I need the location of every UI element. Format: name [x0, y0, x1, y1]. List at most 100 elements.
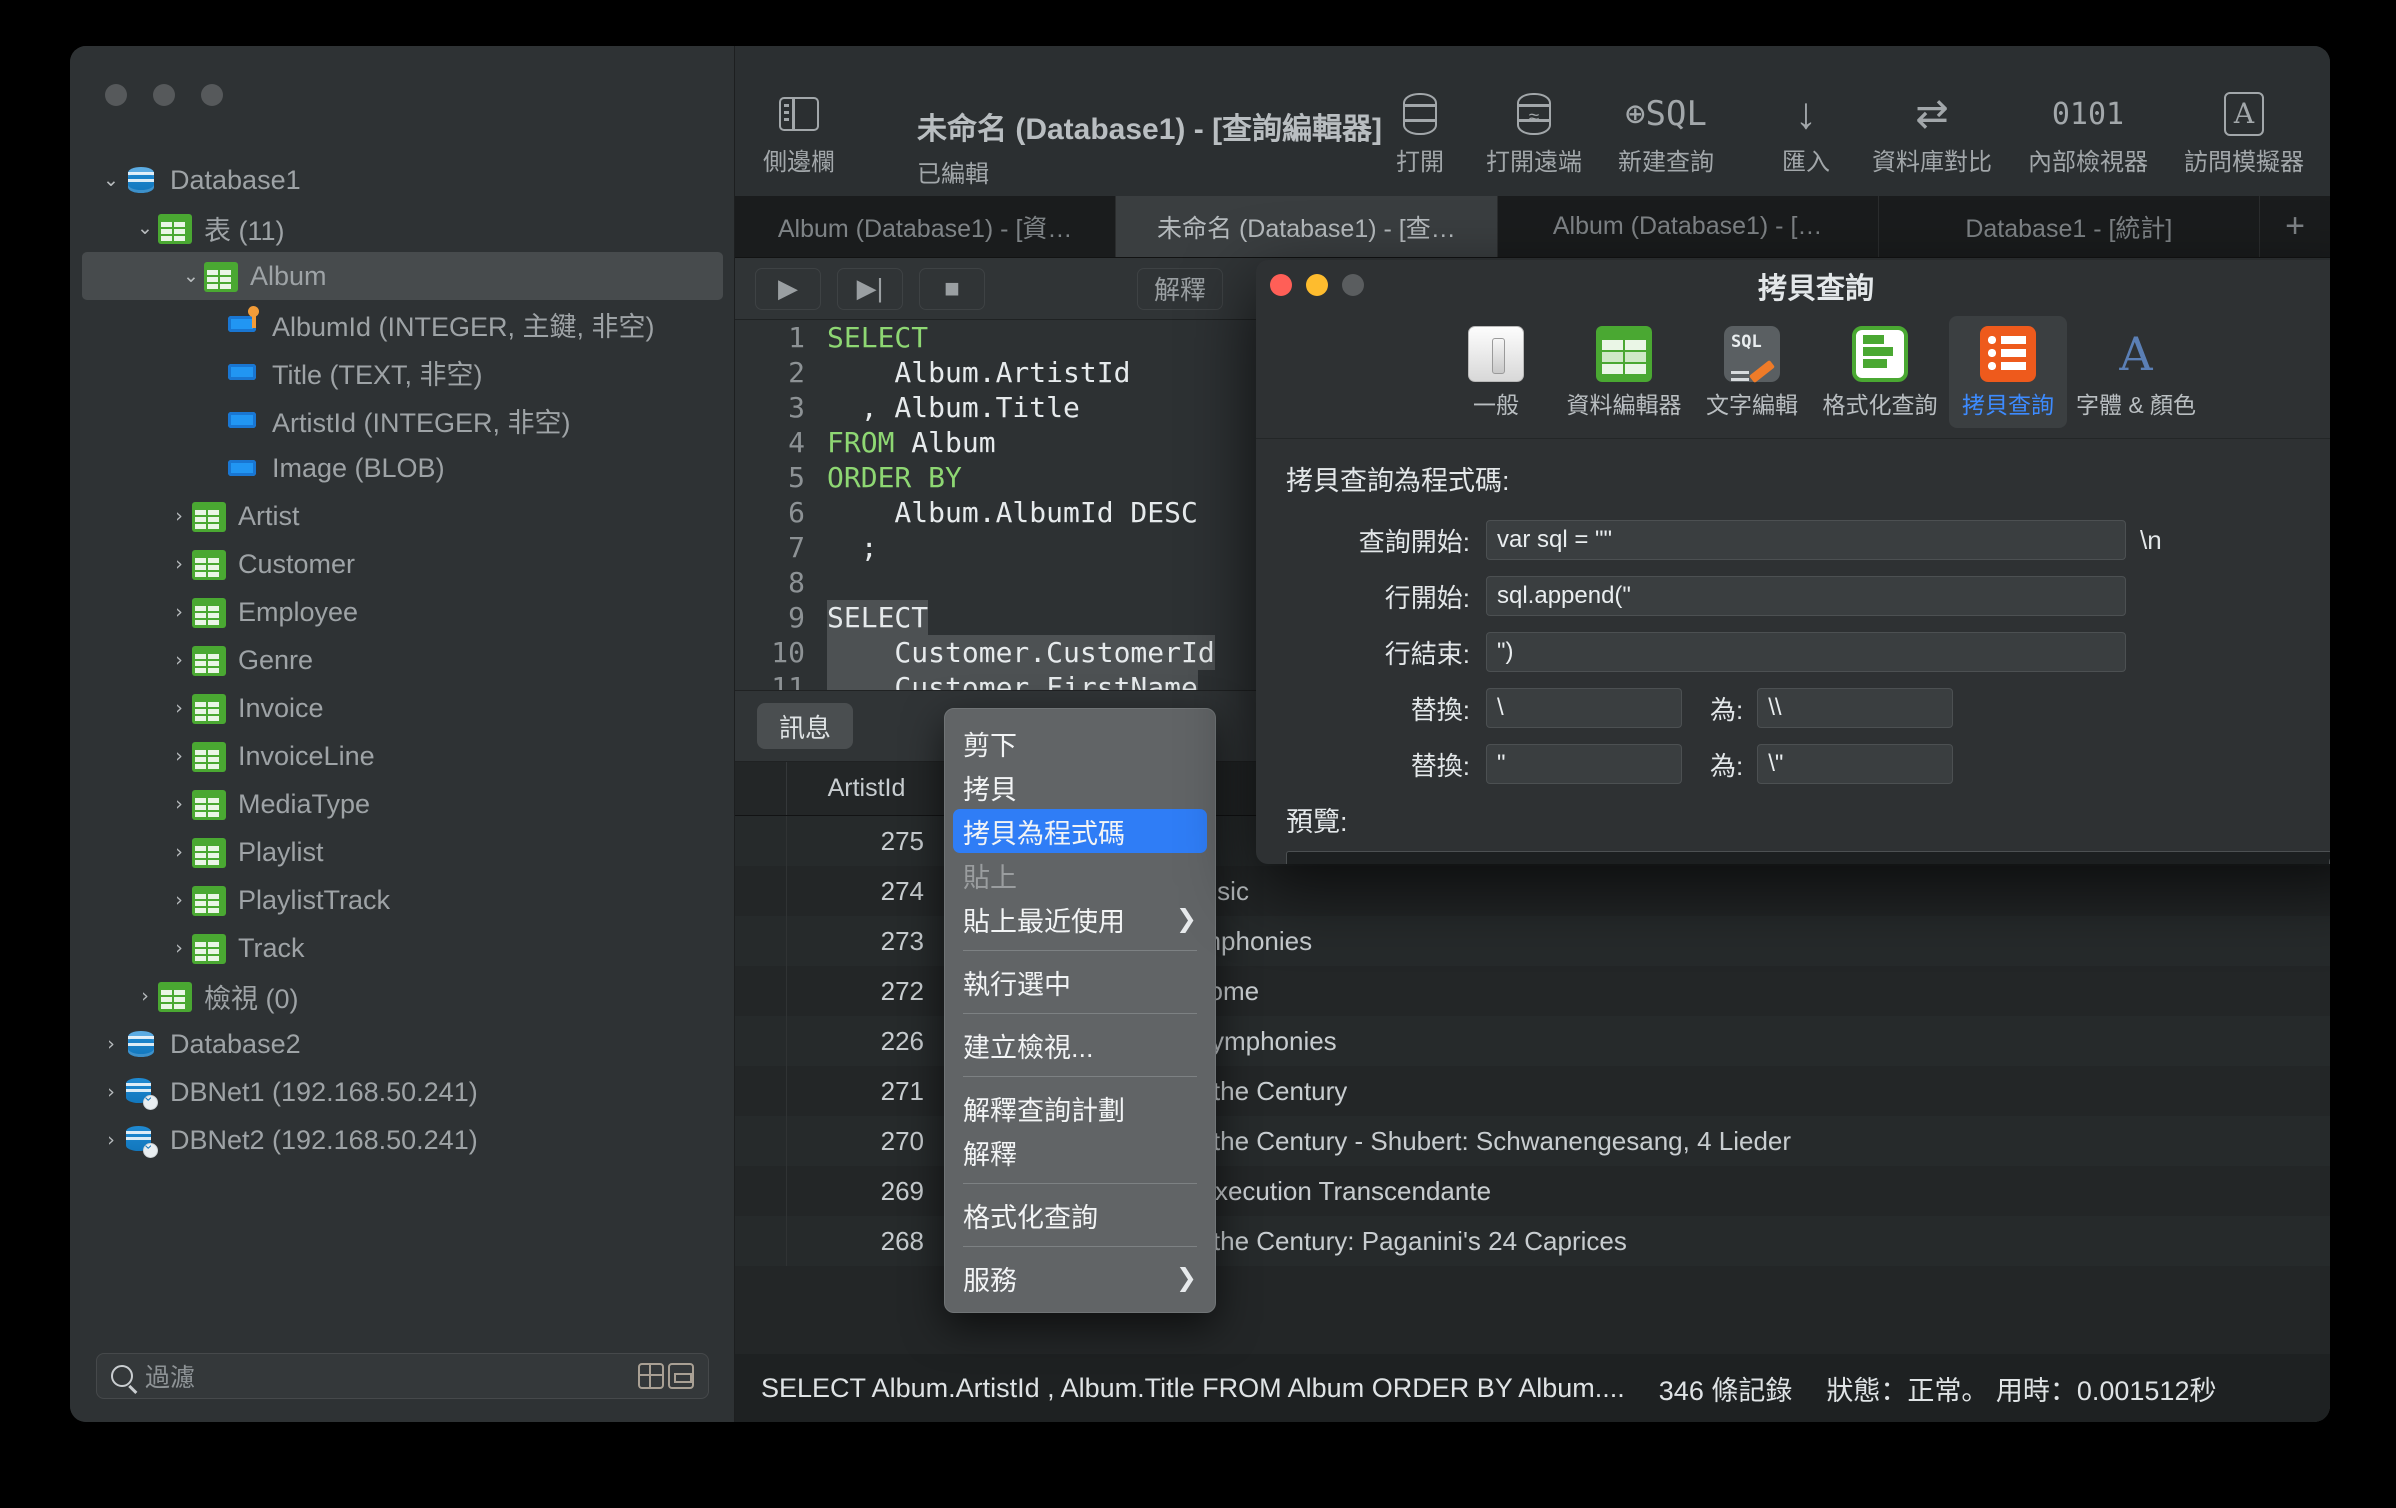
tab-2[interactable]: Album (Database1) - [… [1498, 196, 1879, 257]
chevron-right-icon[interactable]: › [98, 1081, 124, 1103]
preview-scrollbar[interactable] [2329, 856, 2330, 864]
chevron-right-icon[interactable]: › [166, 793, 192, 815]
chevron-right-icon[interactable]: › [132, 985, 158, 1007]
toolbar-db-compare[interactable]: ⇄ 資料庫對比 [1872, 46, 1992, 177]
close-button[interactable] [105, 84, 127, 106]
with-2-input[interactable]: \" [1757, 744, 1954, 784]
menu-item[interactable]: 解釋查詢計劃 [945, 1086, 1215, 1130]
chevron-right-icon[interactable]: › [166, 601, 192, 623]
preferences-tab-bar[interactable]: 一般 資料編輯器 SQL 文字編輯 格式化查詢 拷貝查詢 A 字體 & 顏色 [1256, 312, 2330, 439]
menu-item[interactable]: 服務 ❯ [945, 1256, 1215, 1300]
tab-3[interactable]: Database1 - [統計] [1879, 196, 2260, 257]
replace-1-input[interactable]: \ [1486, 688, 1682, 728]
new-sql-icon: ⊕SQL [1625, 94, 1707, 134]
row-gutter [735, 1116, 787, 1166]
toolbar-import[interactable]: ↓ 匯入 [1776, 46, 1836, 177]
messages-tab[interactable]: 訊息 [757, 703, 854, 749]
tree-item[interactable]: › Track [70, 924, 735, 972]
tree-item[interactable]: › Playlist [70, 828, 735, 876]
toolbar-access-simulator[interactable]: A 訪問模擬器 [2184, 46, 2304, 177]
chevron-right-icon[interactable]: › [98, 1129, 124, 1151]
toolbar-open[interactable]: 打開 [1390, 46, 1450, 177]
preferences-tab-copy-query[interactable]: 拷貝查詢 [1949, 316, 2067, 428]
tree-item[interactable]: › 檢視 (0) [70, 972, 735, 1020]
dialog-maximize-button[interactable] [1342, 274, 1364, 296]
add-tab-button[interactable]: + [2260, 196, 2330, 257]
preferences-tab-general[interactable]: 一般 [1437, 316, 1555, 428]
menu-item[interactable]: 拷貝為程式碼 [953, 809, 1207, 853]
chevron-right-icon[interactable]: › [166, 841, 192, 863]
menu-item[interactable]: 解釋 [945, 1130, 1215, 1174]
chevron-right-icon[interactable]: › [166, 553, 192, 575]
dialog-minimize-button[interactable] [1306, 274, 1328, 296]
tree-item[interactable]: › DBNet1 (192.168.50.241) [70, 1068, 735, 1116]
chevron-down-icon[interactable]: ⌄ [178, 265, 204, 287]
toolbar-open-remote[interactable]: ≈ 打開遠端 [1486, 46, 1582, 177]
chevron-down-icon[interactable]: ⌄ [132, 217, 158, 239]
tree-item[interactable]: › InvoiceLine [70, 732, 735, 780]
tree-item[interactable]: ⌄ 表 (11) [70, 204, 735, 252]
run-step-button[interactable]: ▶| [837, 267, 903, 310]
chevron-right-icon[interactable]: › [98, 1033, 124, 1055]
stop-query-button[interactable]: ■ [919, 267, 985, 310]
toolbar-new-query[interactable]: ⊕SQL 新建查詢 [1618, 46, 1714, 177]
run-query-button[interactable]: ▶ [755, 267, 821, 310]
tree-item[interactable]: ›ArtistId (INTEGER, 非空) [70, 396, 735, 444]
chevron-right-icon[interactable]: › [166, 697, 192, 719]
tree-item[interactable]: › Customer [70, 540, 735, 588]
tree-item[interactable]: › PlaylistTrack [70, 876, 735, 924]
editor-context-menu[interactable]: 剪下 拷貝 拷貝為程式碼 貼上 貼上最近使用 ❯ 執行選中建立檢視... 解釋查詢計劃 解釋格式… [944, 708, 1216, 1313]
toolbar-sidebar-toggle[interactable]: 側邊欄 [763, 46, 835, 177]
tab-0[interactable]: Album (Database1) - [資… [735, 196, 1117, 257]
preferences-tab-font-color[interactable]: A 字體 & 顏色 [2076, 316, 2196, 428]
tree-item[interactable]: ⌄ Album [82, 252, 723, 300]
tree-item[interactable]: ›Title (TEXT, 非空) [70, 348, 735, 396]
tab-bar[interactable]: Album (Database1) - [資… 未命名 (Database1) -… [735, 196, 2330, 258]
preferences-tab-text-editor[interactable]: SQL 文字編輯 [1693, 316, 1811, 428]
preferences-tab-data-editor[interactable]: 資料編輯器 [1565, 316, 1683, 428]
line-number: 9 [788, 601, 805, 634]
query-start-input[interactable]: var sql = "" [1486, 520, 2126, 560]
tree-item[interactable]: ⌄ Database1 [70, 156, 735, 204]
filter-input[interactable]: 過濾 [96, 1353, 709, 1399]
chevron-right-icon[interactable]: › [166, 889, 192, 911]
tree-item[interactable]: › Genre [70, 636, 735, 684]
menu-item[interactable]: 剪下 [945, 721, 1215, 765]
replace-2-input[interactable]: " [1486, 744, 1682, 784]
tree-item[interactable]: › Employee [70, 588, 735, 636]
chevron-down-icon[interactable]: ⌄ [98, 169, 124, 191]
tree-item[interactable]: › Invoice [70, 684, 735, 732]
chevron-right-icon[interactable]: › [166, 745, 192, 767]
toolbar-hex-viewer[interactable]: 0101 內部檢視器 [2028, 46, 2148, 177]
maximize-button[interactable] [201, 84, 223, 106]
preferences-tab-format-query[interactable]: 格式化查詢 [1821, 316, 1939, 428]
menu-item[interactable]: 建立檢視... [945, 1023, 1215, 1067]
explain-button[interactable]: 解釋 [1137, 267, 1224, 310]
cell-artistid: 268 [787, 1216, 947, 1266]
tree-item[interactable]: › MediaType [70, 780, 735, 828]
database-tree[interactable]: ⌄Database1⌄表 (11)⌄Album›AlbumId (INTEGER… [70, 156, 735, 1291]
chevron-right-icon[interactable]: › [166, 649, 192, 671]
tree-item[interactable]: ›Image (BLOB) [70, 444, 735, 492]
results-header-artistid[interactable]: ArtistId [787, 762, 947, 815]
tree-item[interactable]: › Artist [70, 492, 735, 540]
grid-view-icon[interactable] [638, 1363, 664, 1389]
list-view-icon[interactable] [668, 1363, 694, 1389]
tree-item[interactable]: › DBNet2 (192.168.50.241) [70, 1116, 735, 1164]
chevron-right-icon[interactable]: › [166, 505, 192, 527]
menu-item: 貼上 [945, 853, 1215, 897]
dialog-close-button[interactable] [1270, 274, 1292, 296]
tab-1[interactable]: 未命名 (Database1) - [查… [1116, 196, 1498, 257]
code-line-text: ORDER BY [827, 460, 962, 495]
line-end-input[interactable]: ") [1486, 632, 2126, 672]
menu-item[interactable]: 格式化查詢 [945, 1193, 1215, 1237]
menu-item[interactable]: 拷貝 [945, 765, 1215, 809]
menu-item[interactable]: 執行選中 [945, 960, 1215, 1004]
menu-item[interactable]: 貼上最近使用 ❯ [945, 897, 1215, 941]
chevron-right-icon[interactable]: › [166, 937, 192, 959]
tree-item[interactable]: ›AlbumId (INTEGER, 主鍵, 非空) [70, 300, 735, 348]
with-1-input[interactable]: \\ [1757, 688, 1954, 728]
tree-item[interactable]: › Database2 [70, 1020, 735, 1068]
line-start-input[interactable]: sql.append(" [1486, 576, 2126, 616]
minimize-button[interactable] [153, 84, 175, 106]
